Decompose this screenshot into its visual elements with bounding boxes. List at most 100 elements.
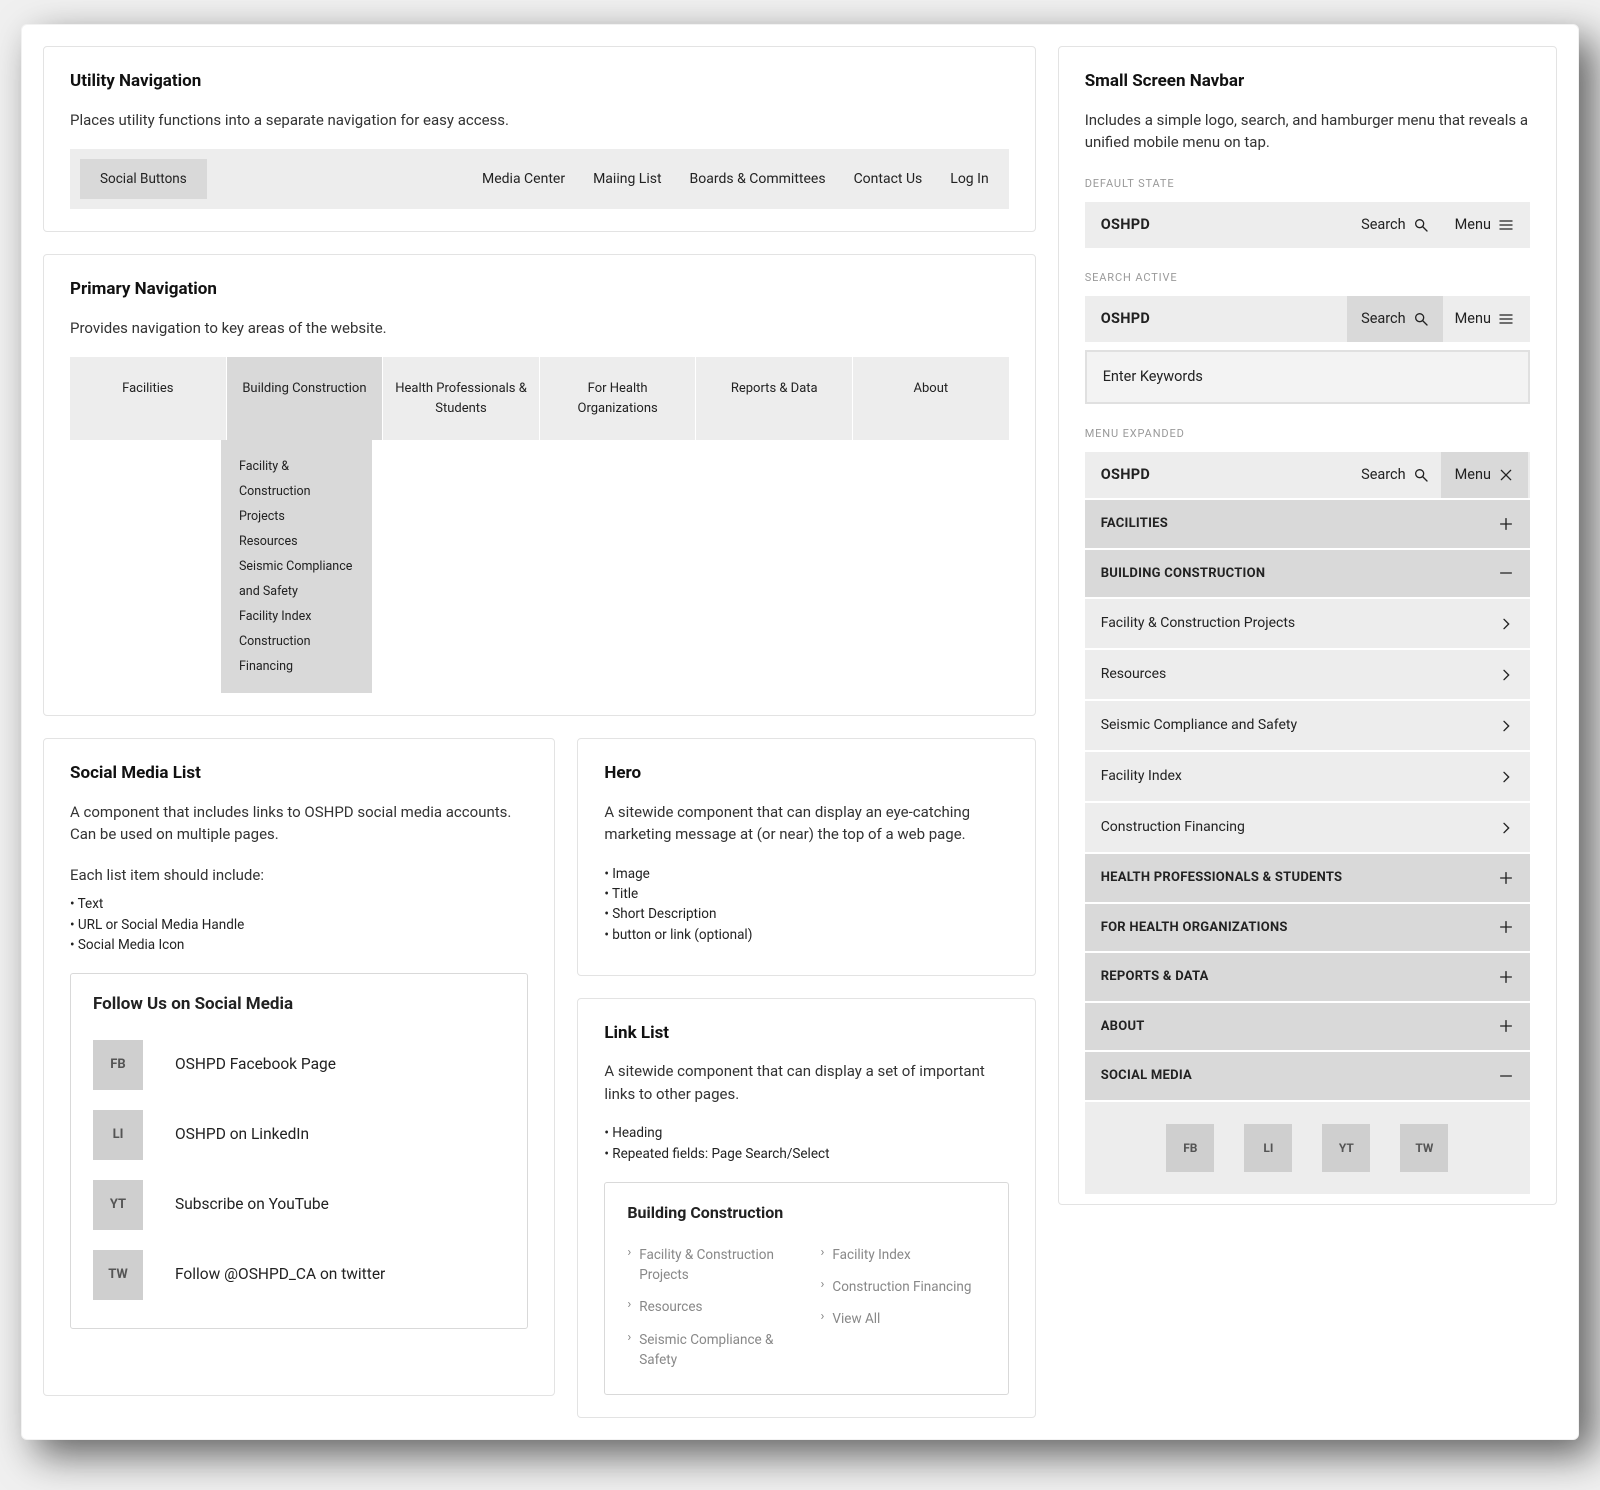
acc-section[interactable]: FOR HEALTH ORGANIZATIONS [1085,904,1530,954]
social-item[interactable]: TW Follow @OSHPD_CA on twitter [93,1240,505,1310]
bullet-list: Image Title Short Description button or … [604,864,1008,945]
nav-item[interactable]: Health Professionals & Students [383,357,540,440]
acc-subitem[interactable]: Seismic Compliance and Safety [1085,701,1530,752]
nav-item[interactable]: Facilities [70,357,227,440]
chevron-right-icon: › [627,1330,631,1347]
bullet: Social Media Icon [70,935,528,955]
chevron-right-icon: › [821,1277,825,1294]
social-item[interactable]: LI OSHPD on LinkedIn [93,1100,505,1170]
acc-subitem[interactable]: Construction Financing [1085,803,1530,854]
search-label: Search [1361,214,1406,236]
acc-section[interactable]: FACILITIES [1085,500,1530,550]
list-link[interactable]: ›Facility Index [821,1239,986,1271]
search-icon [1413,217,1429,233]
nav-item[interactable]: Reports & Data [696,357,853,440]
state-label: MENU EXPANDED [1085,426,1530,443]
acc-subitem[interactable]: Facility Index [1085,752,1530,803]
box-title: Building Construction [627,1201,985,1225]
twitter-icon[interactable]: TW [1400,1124,1448,1172]
navbar-menu-expanded: OSHPD Search Menu [1085,452,1530,500]
acc-section-open[interactable]: BUILDING CONSTRUCTION [1085,550,1530,600]
logo[interactable]: OSHPD [1101,464,1150,486]
search-button-active[interactable]: Search [1347,296,1443,342]
acc-label: REPORTS & DATA [1101,967,1209,987]
acc-section[interactable]: HEALTH PROFESSIONALS & STUDENTS [1085,854,1530,904]
card-desc: Each list item should include: [70,864,528,887]
dropdown-link[interactable]: Seismic Compliance and Safety [239,554,354,604]
chevron-right-icon: › [627,1297,631,1314]
acc-section[interactable]: ABOUT [1085,1003,1530,1053]
link-label: Construction Financing [832,1277,971,1297]
dropdown-link[interactable]: Resources [239,529,354,554]
nav-item[interactable]: About [853,357,1009,440]
list-link[interactable]: ›Resources [627,1291,792,1323]
acc-sub-label: Construction Financing [1101,817,1245,838]
navbar-search-active: OSHPD Search Menu [1085,296,1530,342]
util-link[interactable]: Contact Us [854,169,923,190]
util-link[interactable]: Maiing List [593,169,661,190]
social-media-list-card: Social Media List A component that inclu… [43,738,555,1396]
util-link[interactable]: Log In [950,169,988,190]
chevron-right-icon [1498,718,1514,734]
menu-button[interactable]: Menu [1455,214,1514,236]
card-title: Primary Navigation [70,277,1009,303]
bullet: Repeated fields: Page Search/Select [604,1144,1008,1164]
card-title: Social Media List [70,761,528,787]
link-label: View All [832,1309,880,1329]
card-desc: A sitewide component that can display a … [604,1060,1008,1105]
card-title: Link List [604,1021,1008,1047]
primary-navigation-card: Primary Navigation Provides navigation t… [43,254,1036,716]
state-label: SEARCH ACTIVE [1085,270,1530,287]
navbar-default: OSHPD Search Menu [1085,202,1530,248]
list-link[interactable]: ›Facility & Construction Projects [627,1239,792,1292]
facebook-icon[interactable]: FB [1166,1124,1214,1172]
util-link[interactable]: Boards & Committees [690,169,826,190]
card-desc: Provides navigation to key areas of the … [70,317,1009,340]
menu-label: Menu [1455,464,1491,486]
search-button[interactable]: Search [1361,214,1429,236]
youtube-icon[interactable]: YT [1322,1124,1370,1172]
social-item[interactable]: YT Subscribe on YouTube [93,1170,505,1240]
social-follow-box: Follow Us on Social Media FB OSHPD Faceb… [70,973,528,1329]
social-buttons-placeholder[interactable]: Social Buttons [80,159,207,199]
menu-label: Menu [1455,308,1491,330]
primary-nav-menu: Facilities Building Construction Health … [70,357,1009,440]
nav-item[interactable]: For Health Organizations [540,357,697,440]
plus-icon [1498,870,1514,886]
acc-section[interactable]: REPORTS & DATA [1085,953,1530,1003]
acc-subitem[interactable]: Resources [1085,650,1530,701]
chevron-right-icon [1498,820,1514,836]
list-link[interactable]: ›View All [821,1303,986,1335]
chevron-right-icon [1498,769,1514,785]
link-label: Facility & Construction Projects [639,1245,792,1286]
bullet: Text [70,894,528,914]
card-desc: Includes a simple logo, search, and hamb… [1085,109,1530,154]
linkedin-icon[interactable]: LI [1244,1124,1292,1172]
bullet: Short Description [604,904,1008,924]
search-label: Search [1361,464,1406,486]
logo[interactable]: OSHPD [1101,308,1150,330]
list-link[interactable]: ›Seismic Compliance & Safety [627,1324,792,1377]
plus-icon [1498,1018,1514,1034]
acc-subitem[interactable]: Facility & Construction Projects [1085,599,1530,650]
facebook-icon: FB [93,1040,143,1090]
social-item[interactable]: FB OSHPD Facebook Page [93,1030,505,1100]
minus-icon [1498,565,1514,581]
bullet: Title [604,884,1008,904]
menu-button[interactable]: Menu [1455,308,1514,330]
dropdown-link[interactable]: Facility Index [239,604,354,629]
search-button[interactable]: Search [1361,464,1429,486]
dropdown-link[interactable]: Facility & Construction Projects [239,454,354,529]
util-link[interactable]: Media Center [482,169,565,190]
acc-sub-label: Facility Index [1101,766,1182,787]
plus-icon [1498,516,1514,532]
bullet-list: Text URL or Social Media Handle Social M… [70,894,528,955]
menu-button-active[interactable]: Menu [1441,452,1528,498]
dropdown-link[interactable]: Construction Financing [239,629,354,679]
list-link[interactable]: › Construction Financing [821,1271,986,1303]
nav-item-active[interactable]: Building Construction [227,357,384,440]
acc-section-open[interactable]: SOCIAL MEDIA [1085,1052,1530,1102]
search-input[interactable]: Enter Keywords [1085,350,1530,404]
bullet: button or link (optional) [604,925,1008,945]
logo[interactable]: OSHPD [1101,214,1150,236]
